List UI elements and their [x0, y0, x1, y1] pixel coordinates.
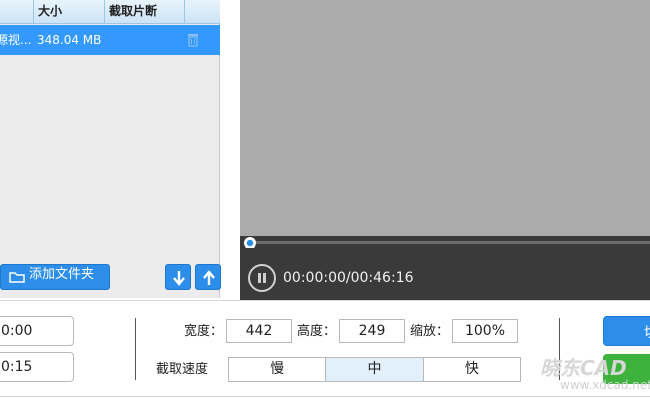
width-input[interactable]: 442 [226, 319, 292, 343]
add-folder-label: 添加文件夹 [29, 267, 95, 282]
column-header-clip[interactable]: 截取片断 [105, 0, 185, 24]
file-size: 348.04 MB [37, 33, 102, 47]
trash-icon[interactable] [186, 33, 200, 47]
column-header-size[interactable]: 大小 [34, 0, 105, 24]
file-name: 源视... [0, 33, 32, 47]
zoom-label: 缩放： [410, 324, 450, 339]
arrow-down-icon [173, 271, 185, 286]
file-list-header: 大小 截取片断 [0, 0, 220, 24]
column-header-extra [185, 0, 220, 24]
height-label: 高度： [297, 324, 337, 339]
speed-selector: 慢 中 快 [228, 357, 521, 382]
width-label: 宽度： [184, 324, 224, 339]
divider [0, 396, 650, 397]
timecode: 00:00:00/00:46:16 [283, 270, 414, 286]
height-input[interactable]: 249 [339, 319, 405, 343]
column-header-name[interactable] [0, 0, 34, 24]
watermark-logo: 晓东CAD [540, 356, 627, 380]
seek-track[interactable] [248, 241, 650, 244]
add-folder-button[interactable]: 添加文件夹 [0, 264, 110, 290]
speed-slow-option[interactable]: 慢 [229, 358, 327, 381]
move-up-button[interactable] [195, 264, 221, 290]
zoom-input[interactable]: 100% [452, 319, 518, 343]
speed-fast-option[interactable]: 快 [424, 358, 520, 381]
speed-medium-option[interactable]: 中 [326, 358, 424, 381]
pause-icon [258, 273, 261, 283]
start-time-field[interactable]: 0:00 [0, 316, 74, 346]
divider [135, 318, 136, 380]
arrow-up-icon [203, 270, 215, 285]
cut-button-label: 切 [644, 322, 650, 342]
divider [0, 300, 650, 301]
speed-label: 截取速度 [156, 362, 209, 377]
move-down-button[interactable] [165, 264, 191, 290]
cut-button[interactable]: 切 [603, 316, 650, 346]
watermark-url: www.xdcad.net [560, 378, 650, 392]
end-time-field[interactable]: 0:15 [0, 352, 74, 382]
folder-icon [9, 272, 25, 283]
pause-button[interactable] [248, 264, 276, 292]
video-preview[interactable] [240, 0, 650, 236]
